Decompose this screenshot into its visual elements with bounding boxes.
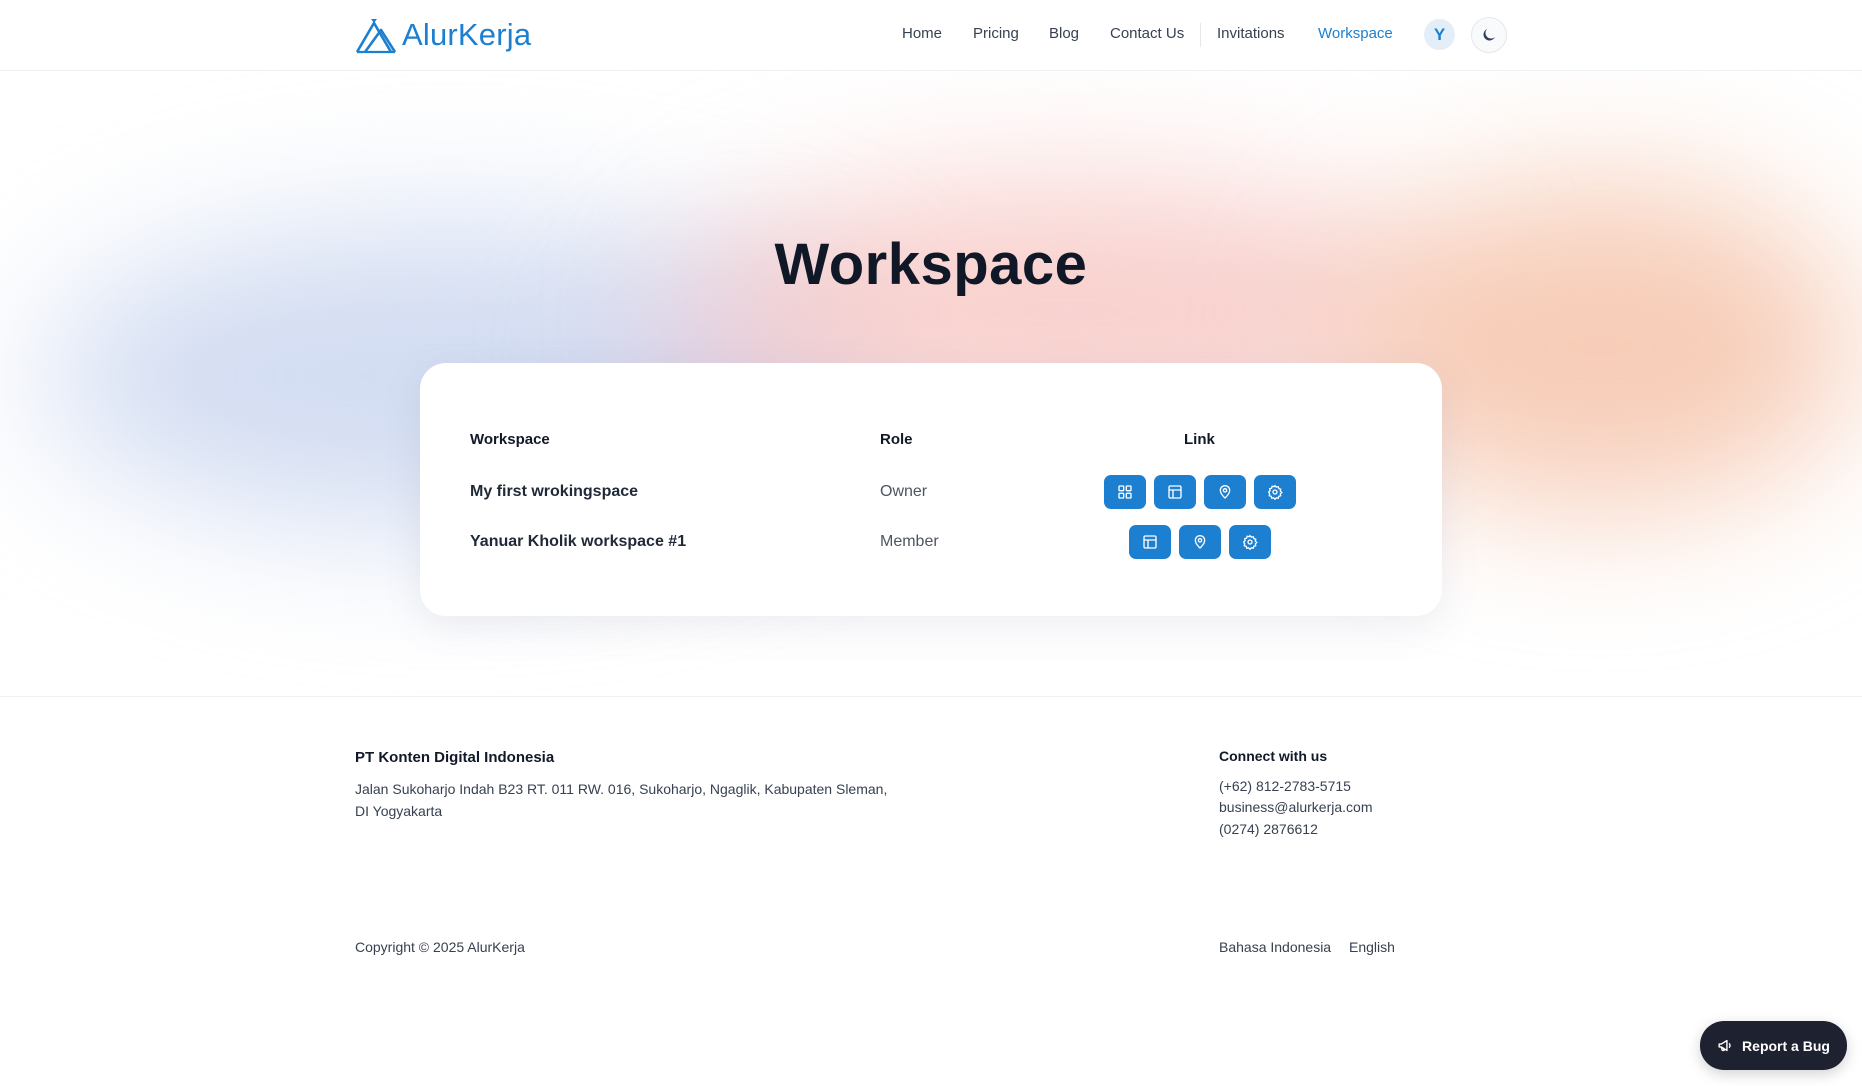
footer-address: Jalan Sukoharjo Indah B23 RT. 011 RW. 01… (355, 781, 888, 819)
language-option-english[interactable]: English (1349, 939, 1395, 955)
column-header-link: Link (1184, 431, 1215, 448)
table-row-role: Member (880, 533, 939, 550)
open-board-button[interactable] (1104, 475, 1146, 509)
open-settings-button[interactable] (1254, 475, 1296, 509)
theme-toggle-button[interactable] (1471, 17, 1507, 53)
column-header-role: Role (880, 431, 913, 448)
main-nav: Home Pricing Blog Contact Us Invitations… (0, 0, 1862, 71)
nav-invitations[interactable]: Invitations (1217, 25, 1285, 42)
table-row-workspace-name[interactable]: Yanuar Kholik workspace #1 (470, 533, 686, 551)
footer: PT Konten Digital Indonesia Jalan Sukoha… (0, 696, 1862, 1086)
footer-office-phone[interactable]: (0274) 2876612 (1219, 821, 1318, 837)
report-bug-label: Report a Bug (1742, 1037, 1830, 1054)
nav-home[interactable]: Home (902, 25, 942, 42)
report-bug-button[interactable]: Report a Bug (1700, 1021, 1847, 1070)
open-location-button[interactable] (1179, 525, 1221, 559)
layout-icon (1168, 485, 1182, 499)
megaphone-icon (1718, 1039, 1731, 1052)
footer-email[interactable]: business@alurkerja.com (1219, 799, 1373, 815)
nav-contact-us[interactable]: Contact Us (1110, 25, 1184, 42)
footer-connect-title: Connect with us (1219, 748, 1328, 764)
settings-icon (1242, 534, 1258, 550)
map-pin-icon (1219, 485, 1231, 499)
layout-icon (1143, 535, 1157, 549)
open-settings-button[interactable] (1229, 525, 1271, 559)
map-pin-icon (1194, 535, 1206, 549)
footer-company-name: PT Konten Digital Indonesia (355, 749, 555, 766)
footer-copyright: Copyright © 2025 AlurKerja (355, 939, 525, 955)
footer-phone[interactable]: (+62) 812-2783-5715 (1219, 778, 1351, 794)
table-row-workspace-name[interactable]: My first wrokingspace (470, 483, 638, 501)
open-dashboard-button[interactable] (1154, 475, 1196, 509)
column-header-workspace: Workspace (470, 431, 550, 448)
hero-section: Workspace (0, 71, 1862, 696)
nav-divider (1200, 23, 1201, 47)
grid-icon (1118, 485, 1132, 499)
open-location-button[interactable] (1204, 475, 1246, 509)
user-avatar[interactable]: Y (1424, 19, 1455, 50)
page-title: Workspace (774, 232, 1088, 297)
nav-workspace[interactable]: Workspace (1318, 25, 1393, 42)
top-navbar: AlurKerja Home Pricing Blog Contact Us I… (0, 0, 1862, 71)
settings-icon (1267, 484, 1283, 500)
nav-blog[interactable]: Blog (1049, 25, 1079, 42)
table-row-role: Owner (880, 483, 928, 500)
nav-pricing[interactable]: Pricing (973, 25, 1019, 42)
moon-icon (1483, 29, 1495, 41)
language-option-indonesian[interactable]: Bahasa Indonesia (1219, 939, 1331, 955)
open-dashboard-button[interactable] (1129, 525, 1171, 559)
